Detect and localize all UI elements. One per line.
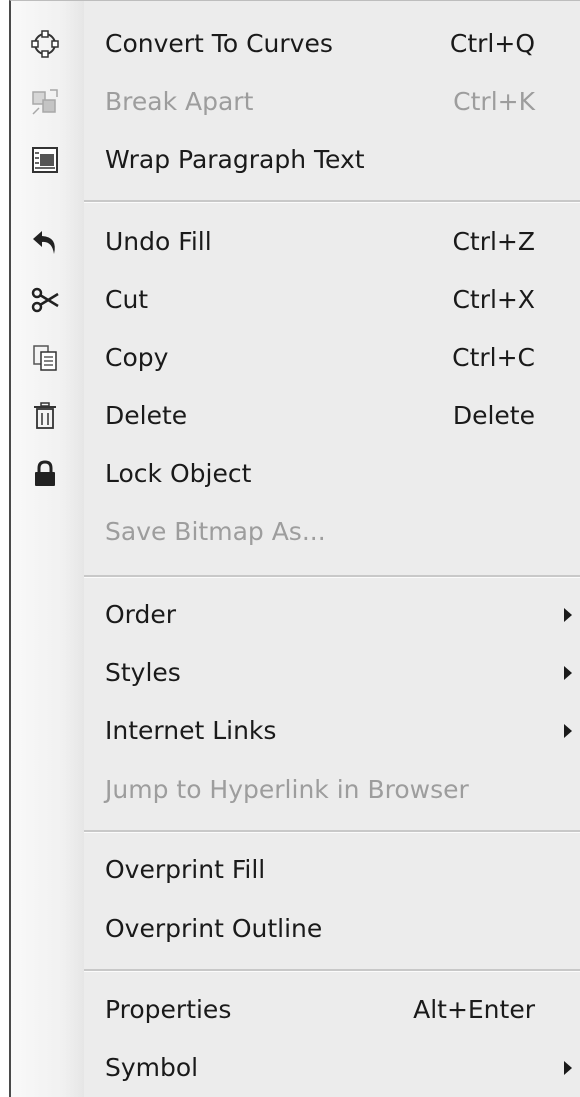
submenu-arrow-icon [564,666,572,680]
menu-item-label: Wrap Paragraph Text [105,145,365,174]
menu-item-jump-to-hyperlink[interactable]: Jump to Hyperlink in Browser [11,761,580,819]
menu-item-shortcut: Ctrl+C [452,343,535,372]
menu-item-lock-object[interactable]: Lock Object [11,445,580,503]
menu-item-undo-fill[interactable]: Undo Fill Ctrl+Z [11,213,580,271]
menu-item-shortcut: Ctrl+K [453,87,535,116]
menu-item-label: Overprint Outline [105,914,323,943]
menu-item-copy[interactable]: Copy Ctrl+C [11,329,580,387]
menu-item-overprint-outline[interactable]: Overprint Outline [11,900,580,958]
menu-item-overprint-fill[interactable]: Overprint Fill [11,841,580,899]
menu-item-order[interactable]: Order [11,586,580,644]
menu-item-label: Symbol [105,1053,199,1082]
wrap-paragraph-icon [29,144,61,176]
menu-item-break-apart[interactable]: Break Apart Ctrl+K [11,73,580,131]
submenu-arrow-icon [564,1061,572,1075]
menu-item-label: Cut [105,285,149,314]
menu-item-label: Undo Fill [105,227,212,256]
undo-icon [29,226,61,258]
convert-to-curves-icon [29,28,61,60]
menu-item-label: Break Apart [105,87,254,116]
menu-separator [84,969,580,972]
context-menu: Convert To Curves Ctrl+Q Break Apart Ctr… [9,0,580,1097]
menu-item-label: Order [105,600,177,629]
menu-separator [84,575,580,578]
lock-icon [29,458,61,490]
menu-separator [84,200,580,203]
menu-item-internet-links[interactable]: Internet Links [11,702,580,760]
submenu-arrow-icon [564,608,572,622]
menu-item-label: Lock Object [105,459,252,488]
trash-icon [29,400,61,432]
menu-item-save-bitmap-as[interactable]: Save Bitmap As... [11,503,580,561]
menu-item-styles[interactable]: Styles [11,644,580,702]
menu-item-label: Internet Links [105,716,277,745]
menu-item-shortcut: Alt+Enter [413,995,535,1024]
menu-item-label: Jump to Hyperlink in Browser [105,775,469,804]
menu-item-shortcut: Ctrl+X [452,285,535,314]
menu-item-wrap-paragraph-text[interactable]: Wrap Paragraph Text [11,131,580,189]
menu-separator [84,830,580,833]
menu-item-properties[interactable]: Properties Alt+Enter [11,981,580,1039]
menu-item-cut[interactable]: Cut Ctrl+X [11,271,580,329]
submenu-arrow-icon [564,724,572,738]
menu-item-label: Styles [105,658,181,687]
menu-item-label: Copy [105,343,169,372]
menu-item-label: Convert To Curves [105,29,333,58]
menu-item-label: Overprint Fill [105,855,266,884]
menu-item-shortcut: Ctrl+Q [449,29,535,58]
scissors-icon [29,284,61,316]
menu-item-label: Delete [105,401,188,430]
menu-item-convert-to-curves[interactable]: Convert To Curves Ctrl+Q [11,15,580,73]
menu-item-delete[interactable]: Delete Delete [11,387,580,445]
break-apart-icon [29,86,61,118]
menu-item-label: Save Bitmap As... [105,517,326,546]
menu-item-shortcut: Ctrl+Z [452,227,535,256]
copy-icon [29,342,61,374]
menu-item-symbol[interactable]: Symbol [11,1039,580,1097]
menu-item-shortcut: Delete [452,401,535,430]
menu-item-label: Properties [105,995,232,1024]
